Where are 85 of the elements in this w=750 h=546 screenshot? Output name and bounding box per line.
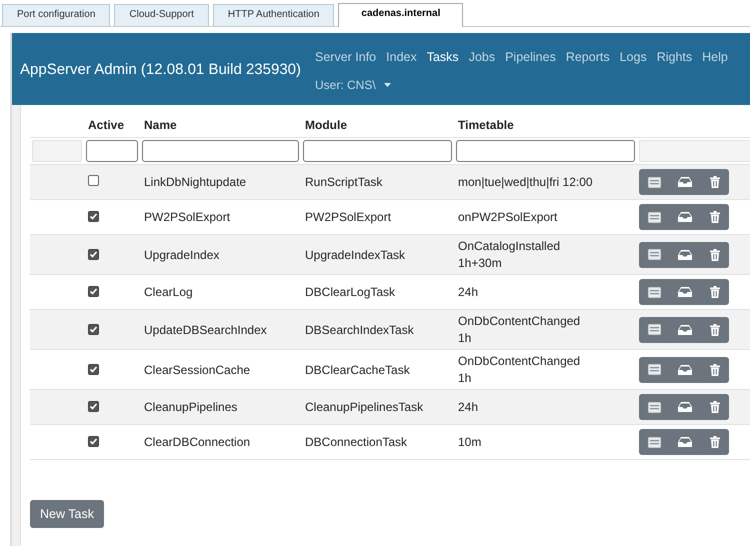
nav-link[interactable]: Index bbox=[386, 50, 417, 64]
caret-icon[interactable] bbox=[384, 83, 391, 87]
tab[interactable]: Cloud-Support bbox=[114, 4, 209, 26]
trash-icon[interactable] bbox=[710, 211, 720, 223]
trash-icon[interactable] bbox=[710, 436, 720, 448]
table-cell: DBClearCacheTask bbox=[305, 362, 410, 376]
inbox-icon[interactable] bbox=[678, 324, 692, 334]
tab[interactable]: HTTP Authentication bbox=[212, 4, 334, 26]
table-cell-text: 1h+30m bbox=[458, 256, 503, 270]
table-cell: ClearLog bbox=[144, 285, 193, 299]
inbox-icon[interactable] bbox=[678, 364, 692, 374]
column-header: Timetable bbox=[454, 113, 637, 138]
trash-icon[interactable] bbox=[710, 176, 720, 188]
column-header: Name bbox=[140, 113, 301, 138]
form-icon[interactable] bbox=[648, 436, 661, 448]
table-cell: RunScriptTask bbox=[305, 175, 382, 189]
nav-link[interactable]: Pipelines bbox=[505, 50, 556, 64]
nav-link[interactable]: Tasks bbox=[426, 50, 459, 64]
nav-link[interactable]: Reports bbox=[566, 50, 610, 64]
table-cell: DBClearLogTask bbox=[305, 285, 396, 299]
form-icon[interactable] bbox=[648, 324, 661, 335]
table-cell: ClearDBConnection bbox=[144, 435, 250, 449]
new-task-button[interactable]: New Task bbox=[30, 500, 104, 528]
filter-field[interactable] bbox=[456, 140, 635, 162]
trash-icon[interactable] bbox=[710, 286, 720, 298]
nav-link[interactable]: Help bbox=[702, 50, 728, 64]
checkbox[interactable] bbox=[88, 211, 99, 222]
table-cell-text: OnDbContentChanged bbox=[458, 354, 582, 368]
table-cell: UpdateDBSearchIndex bbox=[144, 322, 267, 336]
trash-icon[interactable] bbox=[710, 364, 720, 376]
filter-field[interactable] bbox=[303, 140, 452, 162]
table-cell-text: 24h bbox=[458, 400, 480, 414]
checkbox[interactable] bbox=[88, 436, 99, 447]
form-icon[interactable] bbox=[648, 402, 661, 412]
checkbox[interactable] bbox=[88, 248, 99, 260]
table-cell-text: 24h bbox=[458, 285, 480, 299]
table-cell: CleanupPipelinesTask bbox=[305, 400, 424, 414]
inbox-icon[interactable] bbox=[678, 177, 692, 187]
table-cell-text: onPW2PSolExport bbox=[458, 210, 558, 224]
user-menu[interactable]: User: CNS\ bbox=[315, 78, 376, 92]
inbox-icon[interactable] bbox=[678, 212, 692, 222]
app-title: AppServer Admin (12.08.01 Build 235930) bbox=[20, 60, 302, 78]
inbox-icon[interactable] bbox=[678, 287, 692, 297]
column-header: Active bbox=[84, 113, 140, 138]
table-cell: DBSearchIndexTask bbox=[305, 322, 414, 336]
form-icon[interactable] bbox=[648, 176, 661, 188]
nav-link[interactable]: Server Info bbox=[315, 50, 376, 64]
table-cell: DBConnectionTask bbox=[305, 435, 408, 449]
table-cell: UpgradeIndex bbox=[144, 248, 220, 262]
trash-icon[interactable] bbox=[710, 248, 720, 260]
table-cell-text: OnCatalogInstalled bbox=[458, 239, 562, 253]
checkbox[interactable] bbox=[88, 175, 99, 186]
trash-icon[interactable] bbox=[710, 401, 720, 413]
table-cell: PW2PSolExport bbox=[305, 210, 392, 224]
form-icon[interactable] bbox=[648, 249, 661, 260]
form-icon[interactable] bbox=[648, 212, 661, 222]
form-icon[interactable] bbox=[648, 286, 661, 298]
table-cell-text: OnDbContentChanged bbox=[458, 314, 582, 328]
table-cell: CleanupPipelines bbox=[144, 400, 238, 414]
table-cell: ClearSessionCache bbox=[144, 362, 250, 376]
tab[interactable]: Port configuration bbox=[2, 4, 110, 26]
inbox-icon[interactable] bbox=[678, 437, 692, 447]
nav-link[interactable]: Jobs bbox=[468, 50, 496, 64]
checkbox[interactable] bbox=[88, 364, 99, 374]
table-cell-text: mon|tue|wed|thu|fri 12:00 bbox=[458, 175, 594, 189]
filter-placeholder bbox=[32, 140, 82, 162]
table-cell-text: 1h bbox=[458, 371, 472, 385]
inbox-icon[interactable] bbox=[678, 402, 692, 412]
table-cell: UpgradeIndexTask bbox=[305, 248, 406, 262]
inbox-icon[interactable] bbox=[678, 250, 692, 260]
nav-link[interactable]: Rights bbox=[656, 50, 692, 64]
column-header: Module bbox=[301, 113, 454, 138]
nav-link[interactable]: Logs bbox=[620, 50, 647, 64]
form-icon[interactable] bbox=[648, 364, 661, 375]
checkbox[interactable] bbox=[88, 286, 99, 297]
tab[interactable]: cadenas.internal bbox=[338, 3, 464, 27]
table-cell-text: 1h bbox=[458, 331, 472, 345]
filter-field[interactable] bbox=[86, 140, 138, 162]
table-cell: PW2PSolExport bbox=[144, 210, 230, 224]
checkbox[interactable] bbox=[88, 324, 99, 334]
table-cell-text: 10m bbox=[458, 435, 482, 449]
table-cell: LinkDbNightupdate bbox=[144, 175, 246, 189]
checkbox[interactable] bbox=[88, 401, 99, 412]
filter-field[interactable] bbox=[142, 140, 299, 162]
trash-icon[interactable] bbox=[710, 324, 720, 336]
